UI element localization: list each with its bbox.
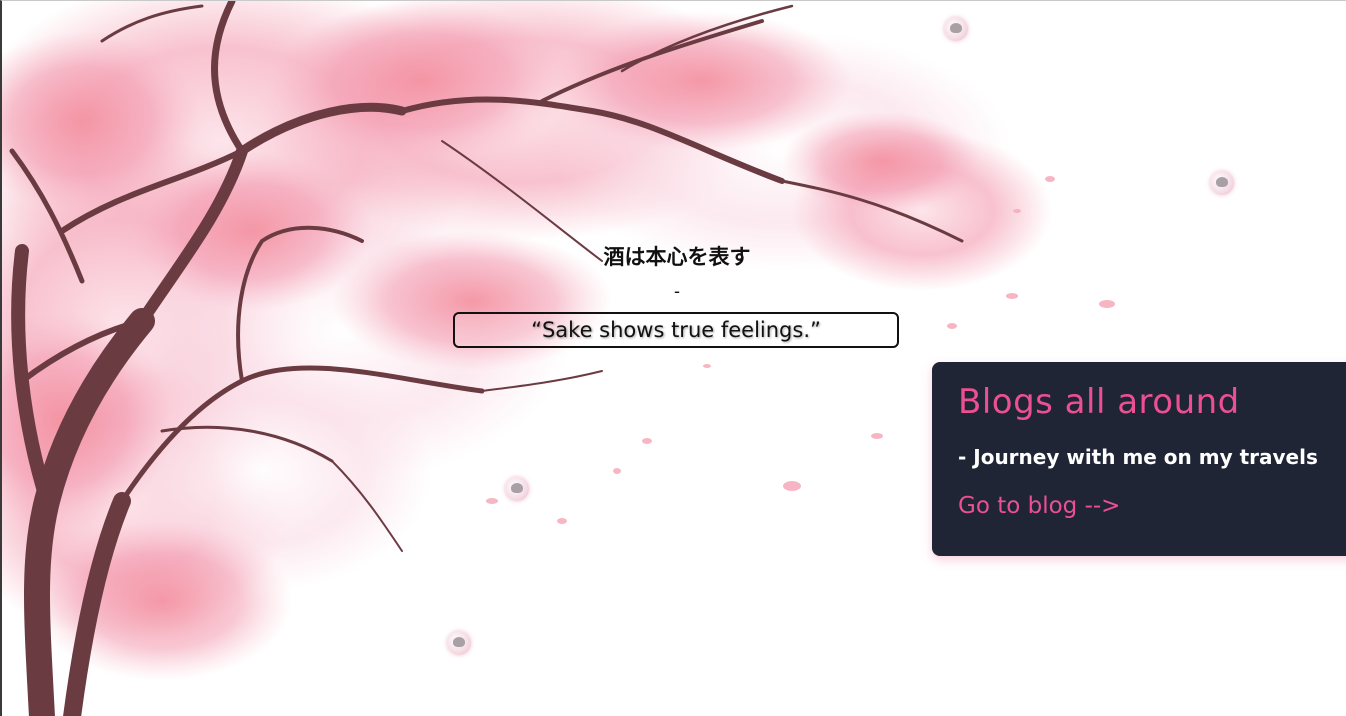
petal-bubble-icon (1210, 171, 1234, 195)
petal-bubble-icon (505, 477, 529, 501)
page: 酒は本心を表す - “Sake shows true feelings.” Bl… (0, 0, 1346, 716)
english-quote: “Sake shows true feelings.” (453, 312, 899, 348)
blog-card: Blogs all around - Journey with me on my… (932, 362, 1346, 556)
petal-bubble-icon (447, 631, 471, 655)
blog-card-subtitle: - Journey with me on my travels (958, 445, 1318, 470)
blog-card-title: Blogs all around (958, 382, 1240, 422)
petal-bubble-icon (944, 17, 968, 41)
japanese-quote: 酒は本心を表す (603, 245, 751, 269)
quote-separator: - (674, 281, 680, 301)
cherry-blossom-tree (2, 1, 1115, 716)
go-to-blog-link[interactable]: Go to blog --> (958, 493, 1120, 519)
